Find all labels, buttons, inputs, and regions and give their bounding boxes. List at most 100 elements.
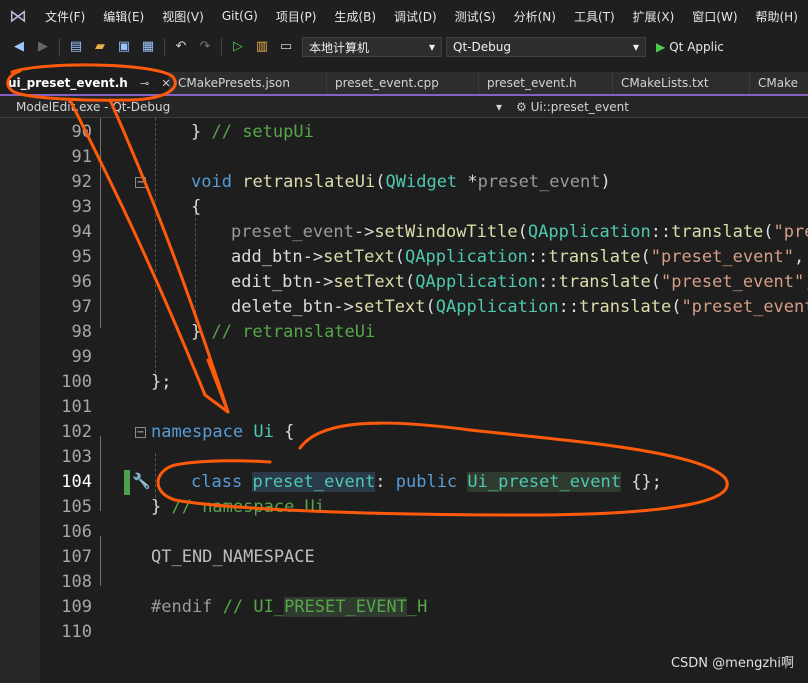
- line-number: 91: [71, 147, 92, 167]
- menu-extensions[interactable]: 扩展(X): [624, 8, 684, 25]
- menu-tools[interactable]: 工具(T): [565, 8, 624, 25]
- menu-bar: ⋈ 文件(F) 编辑(E) 视图(V) Git(G) 项目(P) 生成(B) 调…: [0, 0, 808, 32]
- new-project-icon[interactable]: ▤: [67, 38, 85, 56]
- member-scope-dropdown[interactable]: ⚙ Ui::preset_event: [510, 100, 629, 114]
- tab-label: CMakePresets.json: [178, 76, 291, 90]
- solution-explorer-icon[interactable]: ▥: [253, 38, 271, 56]
- code-line: 91: [40, 145, 808, 170]
- line-number: 92: [71, 172, 92, 192]
- line-number: 95: [71, 247, 92, 267]
- code-line: 106: [40, 520, 808, 545]
- save-icon[interactable]: ▣: [115, 38, 133, 56]
- project-scope-value: ModelEdit.exe - Qt-Debug: [16, 99, 171, 114]
- toolbar: ◀ ▶ ▤ ▰ ▣ ▦ ↶ ↷ ▷ ▥ ▭ 本地计算机 ▾ Qt-Debug ▾…: [0, 32, 808, 62]
- line-number: 97: [71, 297, 92, 317]
- code-line: 102 − namespace Ui {: [40, 420, 808, 445]
- menu-view[interactable]: 视图(V): [153, 8, 213, 25]
- line-number: 99: [71, 347, 92, 367]
- target-machine-select[interactable]: 本地计算机 ▾: [302, 37, 442, 57]
- quick-actions-screwdriver-icon[interactable]: 🔧: [132, 472, 151, 490]
- line-number: 102: [61, 422, 92, 442]
- menu-debug[interactable]: 调试(D): [385, 8, 446, 25]
- line-number: 110: [61, 622, 92, 642]
- code-line: 101: [40, 395, 808, 420]
- collapse-icon[interactable]: −: [135, 177, 146, 188]
- menu-edit[interactable]: 编辑(E): [94, 8, 153, 25]
- code-line: 99: [40, 345, 808, 370]
- line-text: } // namespace Ui: [151, 497, 326, 517]
- line-number: 105: [61, 497, 92, 517]
- line-text: QT_END_NAMESPACE: [151, 547, 315, 567]
- changed-line-marker: [124, 470, 130, 495]
- menu-build[interactable]: 生成(B): [325, 8, 385, 25]
- line-number: 109: [61, 597, 92, 617]
- tab-cmakepresets-json[interactable]: CMakePresets.json: [170, 72, 327, 94]
- code-line: 90 } // setupUi: [40, 120, 808, 145]
- tab-cmakelists-txt[interactable]: CMakeLists.txt: [613, 72, 750, 94]
- chevron-down-icon: ▾: [428, 40, 435, 54]
- collapse-icon[interactable]: −: [135, 427, 146, 438]
- code-line: 105 } // namespace Ui: [40, 495, 808, 520]
- code-line: 100 };: [40, 370, 808, 395]
- visual-studio-logo-icon[interactable]: ⋈: [0, 6, 36, 27]
- open-folder-icon[interactable]: ▰: [91, 38, 109, 56]
- code-line: 103: [40, 445, 808, 470]
- tab-preset-event-cpp[interactable]: preset_event.cpp: [327, 72, 479, 94]
- toolbar-separator: [59, 38, 60, 56]
- toolbar-separator: [164, 38, 165, 56]
- line-text: } // setupUi: [191, 122, 314, 142]
- line-number: 101: [61, 397, 92, 417]
- tab-label: CMake: [758, 76, 798, 90]
- redo-icon[interactable]: ↷: [196, 38, 214, 56]
- tab-ui-preset-event-h[interactable]: ui_preset_event.h ⊸ ✕: [0, 72, 171, 94]
- undo-icon[interactable]: ↶: [172, 38, 190, 56]
- line-number: 106: [61, 522, 92, 542]
- menu-help[interactable]: 帮助(H): [747, 8, 807, 25]
- project-scope-dropdown[interactable]: ModelEdit.exe - Qt-Debug ▾: [0, 100, 510, 114]
- code-editor[interactable]: 90 } // setupUi 91 92 − void retranslate…: [0, 118, 808, 683]
- line-text: {: [191, 197, 202, 217]
- run-label: Qt Applic: [669, 40, 724, 54]
- tab-label: preset_event.h: [487, 76, 577, 90]
- code-line: 97 delete_btn->setText(QApplication::tra…: [40, 295, 808, 320]
- tab-label: CMakeLists.txt: [621, 76, 709, 90]
- tab-label: preset_event.cpp: [335, 76, 439, 90]
- line-text: } // retranslateUi: [191, 322, 376, 342]
- window-icon[interactable]: ▭: [277, 38, 295, 56]
- run-button[interactable]: ▶ Qt Applic: [656, 40, 724, 54]
- document-tabs: ui_preset_event.h ⊸ ✕ CMakePresets.json …: [0, 72, 808, 96]
- line-number: 107: [61, 547, 92, 567]
- code-line: 96 edit_btn->setText(QApplication::trans…: [40, 270, 808, 295]
- start-without-debug-icon[interactable]: ▷: [229, 38, 247, 56]
- member-scope-value: Ui::preset_event: [530, 99, 629, 114]
- line-text: preset_event->setWindowTitle(QApplicatio…: [231, 222, 808, 242]
- save-all-icon[interactable]: ▦: [139, 38, 157, 56]
- configuration-select[interactable]: Qt-Debug ▾: [446, 37, 646, 57]
- tab-cmake[interactable]: CMake: [750, 72, 808, 94]
- code-line: 107 QT_END_NAMESPACE: [40, 545, 808, 570]
- back-icon[interactable]: ◀: [10, 38, 28, 56]
- line-number: 94: [71, 222, 92, 242]
- line-number: 100: [61, 372, 92, 392]
- configuration-value: Qt-Debug: [453, 40, 511, 54]
- line-number: 103: [61, 447, 92, 467]
- tab-label: ui_preset_event.h: [8, 76, 128, 90]
- menu-analyze[interactable]: 分析(N): [505, 8, 565, 25]
- editor-left-margin: [0, 118, 40, 683]
- forward-icon[interactable]: ▶: [34, 38, 52, 56]
- menu-test[interactable]: 测试(S): [446, 8, 505, 25]
- line-number: 98: [71, 322, 92, 342]
- line-text: class preset_event: public Ui_preset_eve…: [191, 472, 662, 492]
- line-text: #endif // UI_PRESET_EVENT_H: [151, 597, 428, 617]
- code-line-current: 104 🔧 class preset_event: public Ui_pres…: [40, 470, 808, 495]
- menu-git[interactable]: Git(G): [213, 9, 267, 23]
- tab-preset-event-h[interactable]: preset_event.h: [479, 72, 613, 94]
- code-line: 109 #endif // UI_PRESET_EVENT_H: [40, 595, 808, 620]
- menu-file[interactable]: 文件(F): [36, 8, 94, 25]
- line-text: namespace Ui {: [151, 422, 295, 442]
- code-line: 110: [40, 620, 808, 645]
- pin-icon[interactable]: ⊸: [140, 77, 149, 90]
- menu-project[interactable]: 项目(P): [267, 8, 326, 25]
- menu-window[interactable]: 窗口(W): [683, 8, 746, 25]
- line-text: };: [151, 372, 172, 392]
